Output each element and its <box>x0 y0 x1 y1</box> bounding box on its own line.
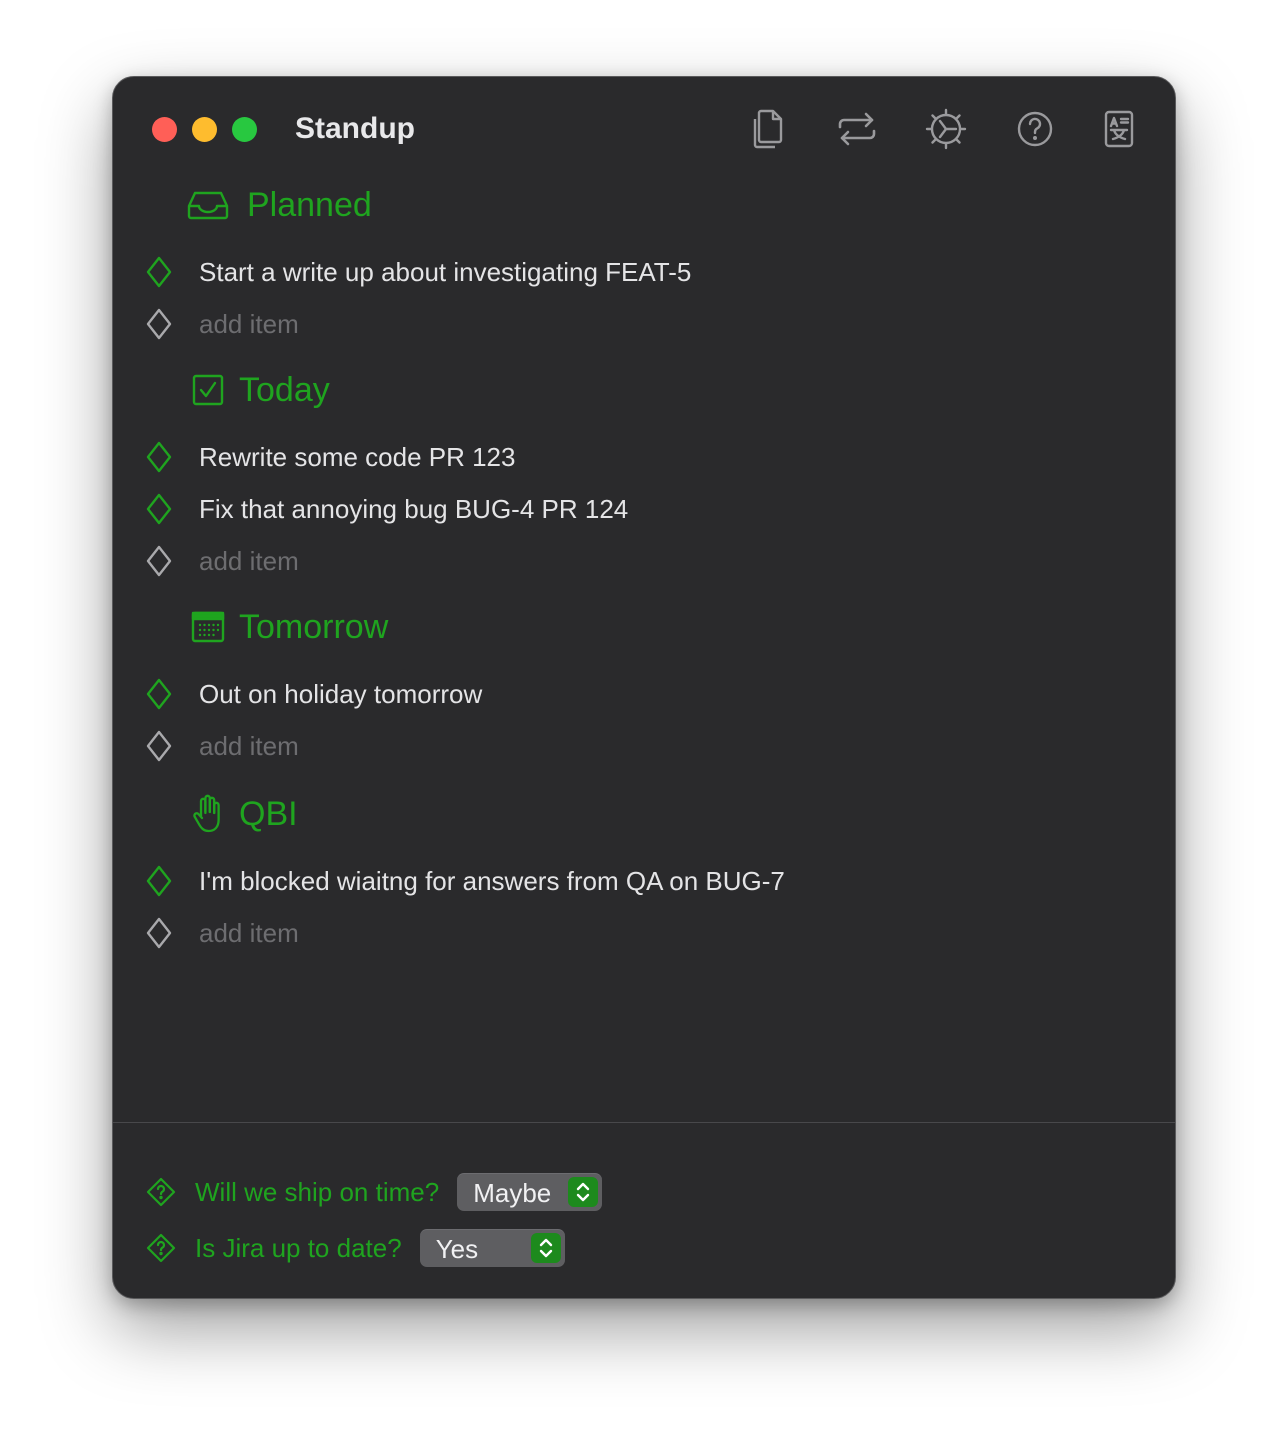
list-item[interactable]: Start a write up about investigating FEA… <box>145 252 1125 292</box>
question-label: Will we ship on time? <box>195 1177 440 1207</box>
diamond-bullet-icon[interactable] <box>145 676 173 712</box>
question-jira-up-to-date: Is Jira up to date? Yes <box>145 1226 565 1270</box>
chevron-up-down-icon[interactable] <box>530 1233 561 1263</box>
add-item-row[interactable]: add item <box>145 726 1125 766</box>
section-header-today: Today <box>187 365 330 415</box>
help-icon[interactable] <box>1013 107 1057 151</box>
swap-icon[interactable] <box>835 107 879 151</box>
window-title: Standup <box>295 112 415 145</box>
diamond-bullet-icon <box>145 728 173 764</box>
section-title: Tomorrow <box>239 608 389 646</box>
add-item-placeholder[interactable]: add item <box>199 545 299 577</box>
diamond-bullet-icon <box>145 543 173 579</box>
list-item[interactable]: Rewrite some code PR 123 <box>145 437 1125 477</box>
diamond-bullet-icon <box>145 915 173 951</box>
diamond-bullet-icon[interactable] <box>145 439 173 475</box>
inbox-tray-icon <box>187 184 229 226</box>
add-item-row[interactable]: add item <box>145 304 1125 344</box>
item-text[interactable]: Fix that annoying bug BUG-4 PR 124 <box>199 493 628 525</box>
calendar-icon <box>187 606 229 648</box>
add-item-row[interactable]: add item <box>145 541 1125 581</box>
standup-window: Standup Planned Start a write up about i… <box>112 76 1176 1299</box>
list-item[interactable]: Out on holiday tomorrow <box>145 674 1125 714</box>
add-item-placeholder[interactable]: add item <box>199 917 299 949</box>
section-title: QBI <box>239 795 298 833</box>
question-label: Is Jira up to date? <box>195 1233 402 1263</box>
section-header-qbi: QBI <box>187 789 298 839</box>
diamond-bullet-icon <box>145 306 173 342</box>
section-header-planned: Planned <box>187 180 372 230</box>
minimize-window-button[interactable] <box>192 117 217 142</box>
list-item[interactable]: I'm blocked wiaitng for answers from QA … <box>145 861 1125 901</box>
add-item-placeholder[interactable]: add item <box>199 308 299 340</box>
question-diamond-icon <box>145 1232 177 1264</box>
item-text[interactable]: Start a write up about investigating FEA… <box>199 256 691 288</box>
raised-hand-icon <box>187 793 229 835</box>
close-window-button[interactable] <box>152 117 177 142</box>
add-item-placeholder[interactable]: add item <box>199 730 299 762</box>
diamond-bullet-icon[interactable] <box>145 863 173 899</box>
checkmark-square-icon <box>187 369 229 411</box>
question-ship-on-time: Will we ship on time? Maybe <box>145 1170 603 1214</box>
divider <box>113 1122 1175 1123</box>
item-text[interactable]: Rewrite some code PR 123 <box>199 441 515 473</box>
section-title: Today <box>239 371 330 409</box>
jira-up-to-date-select[interactable]: Yes <box>419 1229 565 1267</box>
item-text[interactable]: Out on holiday tomorrow <box>199 678 482 710</box>
diamond-bullet-icon[interactable] <box>145 254 173 290</box>
diamond-bullet-icon[interactable] <box>145 491 173 527</box>
add-item-row[interactable]: add item <box>145 913 1125 953</box>
select-value: Maybe <box>473 1177 552 1208</box>
section-title: Planned <box>247 186 372 224</box>
select-value: Yes <box>435 1233 479 1264</box>
question-diamond-icon <box>145 1176 177 1208</box>
chevron-up-down-icon[interactable] <box>568 1177 599 1207</box>
ship-on-time-select[interactable]: Maybe <box>457 1173 603 1211</box>
section-header-tomorrow: Tomorrow <box>187 602 388 652</box>
item-text[interactable]: I'm blocked wiaitng for answers from QA … <box>199 865 785 897</box>
list-item[interactable]: Fix that annoying bug BUG-4 PR 124 <box>145 489 1125 529</box>
copy-icon[interactable] <box>746 107 790 151</box>
translate-icon[interactable] <box>1097 107 1141 151</box>
settings-icon[interactable] <box>924 107 968 151</box>
zoom-window-button[interactable] <box>232 117 257 142</box>
